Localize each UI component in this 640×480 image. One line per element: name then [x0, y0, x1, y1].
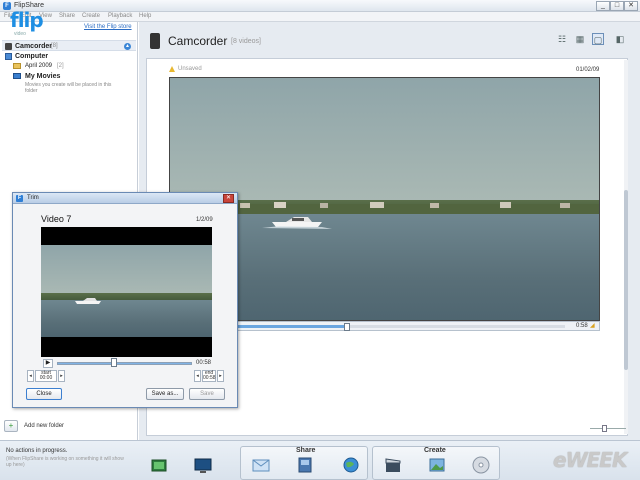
- trim-dialog-title: Trim: [27, 195, 39, 201]
- video-frame-sky: [41, 245, 212, 295]
- save-button[interactable]: Save: [189, 388, 225, 400]
- page-title: Camcorder: [168, 34, 228, 48]
- video-count: [8 videos]: [231, 38, 261, 45]
- trim-playhead[interactable]: [111, 358, 117, 367]
- play-button[interactable]: ▶: [43, 359, 53, 368]
- fullscreen-view-icon[interactable]: ◧: [614, 33, 626, 45]
- sidebar-item-count: [2]: [57, 63, 64, 69]
- menu-create[interactable]: Create: [82, 13, 100, 19]
- video-frame-sky: [170, 78, 599, 204]
- video-frame-water: [41, 300, 212, 337]
- upload-icon[interactable]: [296, 456, 314, 474]
- my-movies-description: Movies you create will be placed in this…: [25, 82, 112, 94]
- speedboat: [75, 298, 101, 304]
- camcorder-header-icon: [150, 33, 160, 49]
- eject-icon[interactable]: ▲: [124, 43, 131, 50]
- sidebar-item-my-movies[interactable]: My Movies: [25, 73, 60, 80]
- sidebar-item-label: Camcorder: [15, 43, 52, 50]
- status-subtext: (When FlipShare is working on something …: [6, 456, 124, 468]
- share-group-label: Share: [296, 447, 316, 454]
- flipshare-app-icon: F: [16, 195, 23, 202]
- trim-video-date: 1/2/09: [196, 217, 213, 223]
- zoom-slider-thumb[interactable]: [602, 425, 607, 432]
- content-scrollbar[interactable]: [624, 60, 628, 434]
- details-view-icon[interactable]: ☷: [556, 33, 568, 45]
- eweek-watermark: eWEEK: [553, 448, 627, 472]
- add-folder-button[interactable]: +: [4, 420, 18, 432]
- movies-folder-icon: [13, 73, 21, 79]
- close-button[interactable]: Close: [26, 388, 62, 400]
- email-icon[interactable]: [252, 456, 270, 474]
- start-marker-control[interactable]: start 00:00: [35, 370, 57, 382]
- flip-logo: flip: [10, 8, 44, 32]
- trim-dialog: F Trim ✕ Video 7 1/2/09 ▶ 00:58 ◂ start …: [12, 192, 238, 408]
- video-frame-shoreline: [41, 293, 212, 300]
- menu-help[interactable]: Help: [139, 13, 151, 19]
- close-window-button[interactable]: ✕: [624, 1, 638, 11]
- zoom-slider[interactable]: [590, 425, 626, 434]
- start-nudge-left-button[interactable]: ◂: [27, 370, 34, 382]
- trim-dialog-titlebar[interactable]: F Trim ✕: [13, 193, 237, 204]
- speedboat: [262, 217, 332, 229]
- trim-video-preview[interactable]: [41, 227, 212, 357]
- start-time: 00:00: [39, 375, 53, 381]
- scrollbar-thumb[interactable]: [624, 190, 628, 370]
- end-marker-control[interactable]: end 00:58: [202, 370, 216, 382]
- create-group-label: Create: [424, 447, 446, 454]
- trim-duration: 00:58: [196, 360, 212, 366]
- dvd-icon[interactable]: [472, 456, 490, 474]
- play-fullscreen-icon[interactable]: [194, 456, 212, 474]
- flip-logo-subtitle: video: [14, 31, 26, 37]
- list-view-icon[interactable]: ▦: [574, 33, 586, 45]
- video-date: 01/02/09: [576, 67, 600, 73]
- computer-icon: [5, 53, 12, 60]
- sidebar-item-april-2009[interactable]: April 2009: [25, 63, 52, 69]
- folder-icon: [13, 63, 21, 69]
- photo-snapshot-icon[interactable]: [428, 456, 446, 474]
- sidebar-item-count: [8]: [51, 43, 58, 49]
- maximize-button[interactable]: □: [610, 1, 624, 11]
- minimize-button[interactable]: _: [596, 1, 610, 11]
- sidebar-item-computer[interactable]: Computer: [15, 53, 48, 60]
- start-nudge-right-button[interactable]: ▸: [58, 370, 65, 382]
- window-titlebar: F FlipShare _ □ ✕: [0, 0, 640, 12]
- status-text: No actions in progress.: [6, 448, 68, 454]
- end-nudge-left-button[interactable]: ◂: [194, 370, 201, 382]
- camcorder-icon: [5, 43, 12, 50]
- menu-share[interactable]: Share: [59, 13, 75, 19]
- menu-playback[interactable]: Playback: [108, 13, 132, 19]
- save-as-button[interactable]: Save as...: [146, 388, 184, 400]
- timeline-playhead[interactable]: [344, 323, 350, 331]
- close-icon[interactable]: ✕: [223, 194, 234, 203]
- unsaved-label: Unsaved: [178, 66, 202, 72]
- add-folder-label[interactable]: Add new folder: [24, 423, 64, 429]
- timeline-remaining: [348, 325, 565, 328]
- movie-clapper-icon[interactable]: [384, 456, 402, 474]
- menu-bar: File Edit View Share Create Playback Hel…: [0, 12, 640, 22]
- globe-icon[interactable]: [342, 456, 360, 474]
- video-duration: 0:58: [576, 323, 588, 329]
- import-icon[interactable]: [150, 456, 168, 474]
- volume-icon[interactable]: ◢: [590, 323, 598, 330]
- sidebar-item-camcorder[interactable]: Camcorder [8] ▲: [2, 40, 136, 51]
- trim-video-title: Video 7: [41, 214, 72, 224]
- end-nudge-right-button[interactable]: ▸: [217, 370, 224, 382]
- filmstrip-view-icon[interactable]: ▢: [592, 33, 604, 45]
- trim-timeline[interactable]: [57, 362, 192, 365]
- flip-store-link[interactable]: Visit the Flip store: [84, 24, 132, 30]
- end-time: 00:58: [203, 375, 216, 381]
